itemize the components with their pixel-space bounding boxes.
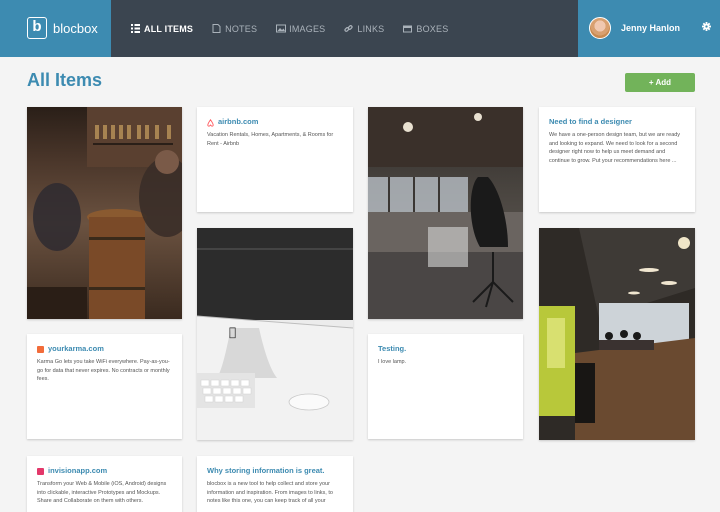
image-card-laptop-partial[interactable]: Why storing information is great. blocbo… (197, 456, 353, 512)
airbnb-icon (207, 118, 214, 127)
card-description: We have a one-person design team, but we… (549, 132, 681, 164)
gear-icon[interactable] (702, 22, 711, 34)
nav-links[interactable]: LINKS (344, 24, 384, 34)
link-card-invision[interactable]: invisionapp.com Transform your Web & Mob… (27, 456, 182, 512)
card-title[interactable]: airbnb.com (207, 117, 343, 127)
office-photo (368, 107, 523, 319)
main-nav: ALL ITEMS NOTES IMAGES LINKS BOXES (131, 0, 467, 57)
user-menu[interactable]: Jenny Hanlon (578, 0, 720, 57)
nav-label: IMAGES (289, 23, 326, 34)
card-title-text: Need to find a designer (549, 117, 632, 126)
card-description: Karma Go lets you take WiFi everywhere. … (37, 359, 170, 382)
card-description: Transform your Web & Mobile (iOS, Androi… (37, 481, 167, 504)
nav-label: BOXES (416, 23, 449, 34)
image-card-office[interactable] (368, 107, 523, 319)
card-title-text: yourkarma.com (48, 344, 104, 353)
note-card-testing[interactable]: Testing. I love lamp. (368, 334, 523, 439)
svg-text::  (229, 325, 236, 339)
add-button[interactable]: + Add (625, 73, 695, 92)
hall-photo (539, 228, 695, 440)
card-title[interactable]: invisionapp.com (37, 466, 172, 476)
avatar[interactable] (589, 17, 611, 39)
card-title-text: invisionapp.com (48, 466, 108, 475)
karma-icon (37, 345, 44, 353)
logo-icon: b (27, 17, 47, 39)
box-icon (403, 24, 413, 33)
card-description: blocbox is a new tool to help collect an… (207, 481, 333, 504)
card-description: Vacation Rentals, Homes, Apartments, & R… (207, 132, 334, 147)
top-bar: b blocbox ALL ITEMS NOTES IMAGES LINKS B… (0, 0, 720, 57)
desk-photo:  (197, 228, 353, 440)
brand-name: blocbox (53, 21, 98, 36)
card-title[interactable]: Why storing information is great. (207, 466, 343, 476)
image-card-hall[interactable] (539, 228, 695, 440)
note-icon (212, 24, 221, 33)
nav-all-items[interactable]: ALL ITEMS (131, 24, 193, 34)
nav-images[interactable]: IMAGES (276, 24, 325, 34)
card-title-text: Testing. (378, 344, 407, 353)
card-title[interactable]: Need to find a designer (549, 117, 685, 127)
card-title-text: airbnb.com (218, 117, 259, 126)
note-card-designer[interactable]: Need to find a designer We have a one-pe… (539, 107, 695, 212)
image-card-bar[interactable] (27, 107, 182, 319)
image-icon (276, 24, 287, 33)
link-card-airbnb[interactable]: airbnb.com Vacation Rentals, Homes, Apar… (197, 107, 353, 212)
nav-boxes[interactable]: BOXES (403, 24, 448, 34)
nav-label: NOTES (225, 23, 258, 34)
card-title-text: Why storing information is great. (207, 466, 325, 475)
card-title[interactable]: yourkarma.com (37, 344, 172, 354)
nav-label: LINKS (357, 23, 385, 34)
card-title[interactable]: Testing. (378, 344, 513, 354)
card-description: I love lamp. (378, 359, 407, 365)
page-title: All Items (27, 70, 103, 90)
bar-photo (27, 107, 182, 319)
link-icon (344, 24, 353, 33)
image-card-desk[interactable]:  (197, 228, 353, 440)
nav-label: ALL ITEMS (144, 23, 194, 34)
brand[interactable]: b blocbox (0, 0, 111, 57)
grid-icon (131, 24, 140, 33)
user-name[interactable]: Jenny Hanlon (621, 23, 680, 33)
nav-notes[interactable]: NOTES (212, 24, 257, 34)
invision-icon (37, 467, 44, 475)
link-card-yourkarma[interactable]: yourkarma.com Karma Go lets you take WiF… (27, 334, 182, 439)
